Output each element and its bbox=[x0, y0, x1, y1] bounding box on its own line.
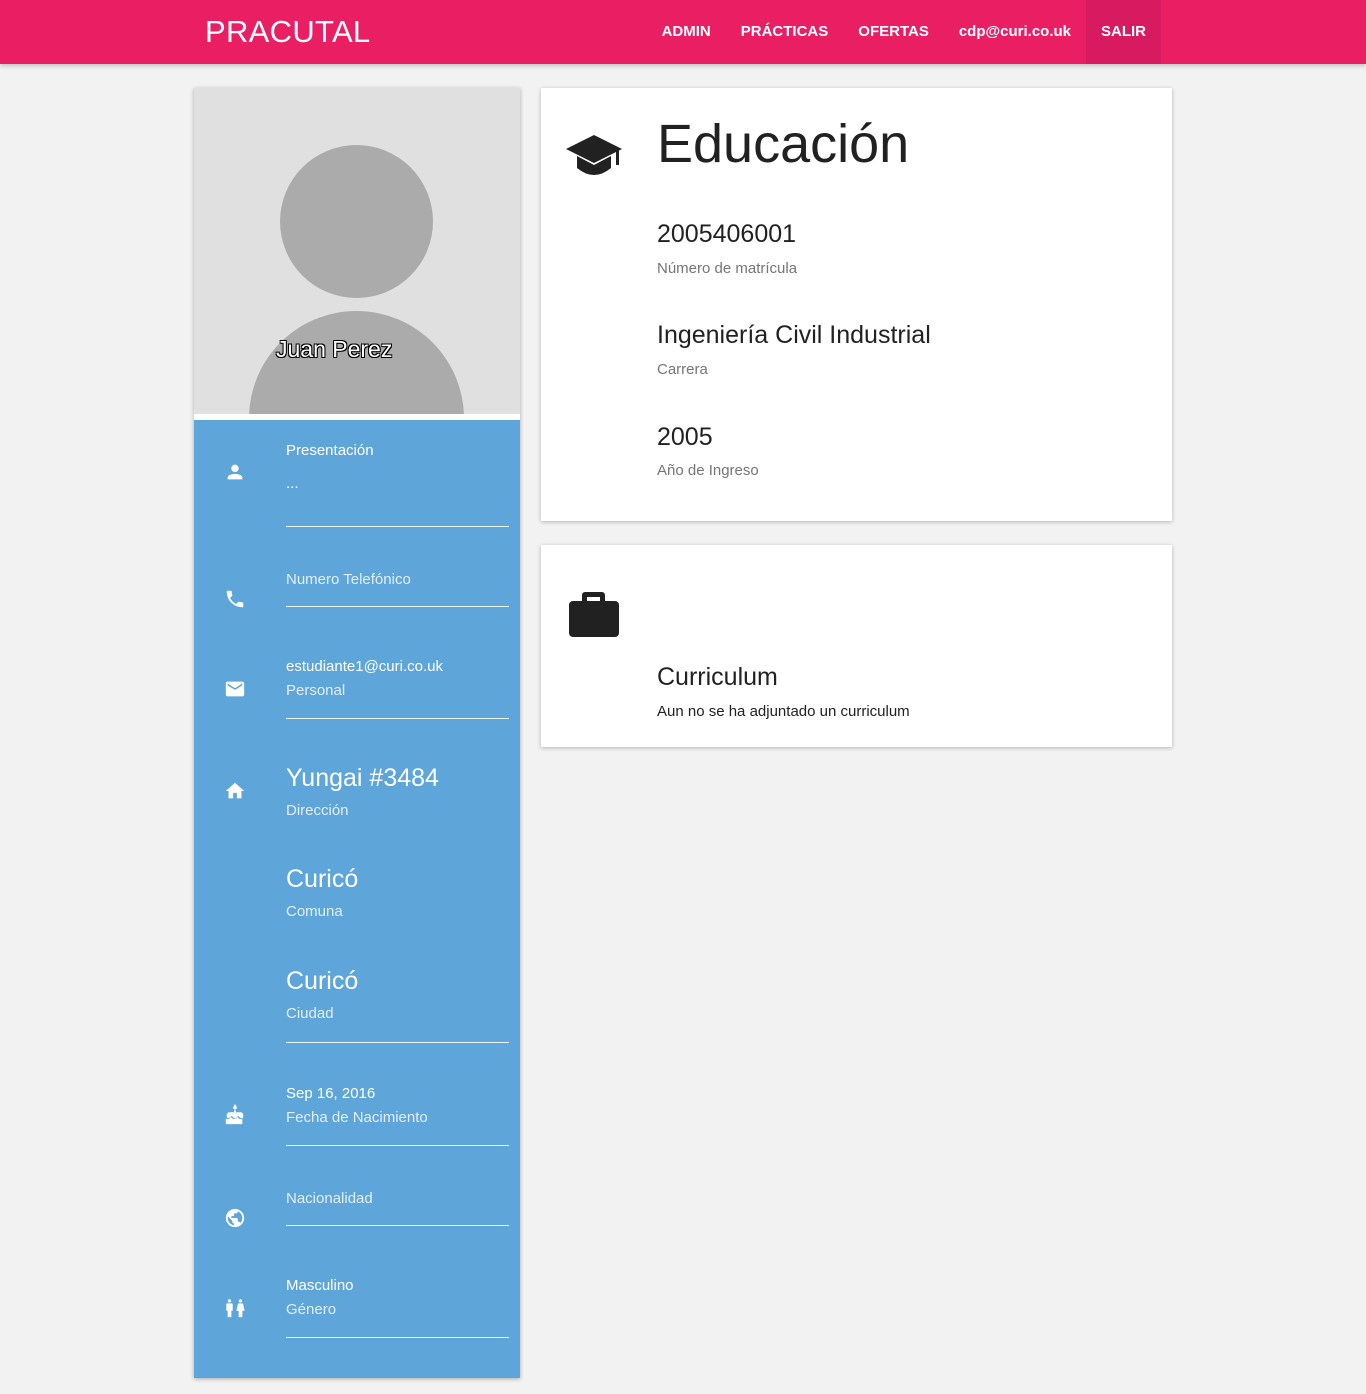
presentation-value: ... bbox=[286, 475, 299, 492]
divider bbox=[286, 1145, 509, 1146]
divider bbox=[286, 718, 509, 719]
email-value[interactable]: estudiante1@curi.co.uk bbox=[286, 658, 509, 675]
nav-user-email[interactable]: cdp@curi.co.uk bbox=[944, 0, 1086, 64]
enrollment-label: Número de matrícula bbox=[657, 260, 798, 277]
divider bbox=[286, 606, 509, 607]
gender-icon bbox=[224, 1297, 246, 1319]
curriculum-status: Aun no se ha adjuntado un curriculum bbox=[657, 703, 910, 720]
enrollment-value: 2005406001 bbox=[657, 220, 797, 248]
curriculum-title: Curriculum bbox=[657, 663, 778, 691]
comuna-value: Curicó bbox=[286, 865, 359, 893]
phone-field[interactable]: Numero Telefónico bbox=[286, 571, 509, 588]
divider bbox=[286, 1337, 509, 1338]
city-field: Curicó Ciudad bbox=[286, 967, 509, 1022]
avatar-head-shape bbox=[280, 145, 433, 298]
presentation-label: Presentación bbox=[286, 442, 374, 459]
birthdate-field: Sep 16, 2016 Fecha de Nacimiento bbox=[286, 1085, 509, 1126]
phone-label: Numero Telefónico bbox=[286, 571, 411, 588]
nationality-field[interactable]: Nacionalidad bbox=[286, 1190, 509, 1207]
nav-practicas[interactable]: PRÁCTICAS bbox=[726, 0, 844, 64]
address-field: Yungai #3484 Dirección bbox=[286, 764, 509, 819]
globe-icon bbox=[224, 1207, 246, 1229]
education-title: Educación bbox=[657, 114, 910, 174]
email-label: Personal bbox=[286, 682, 346, 699]
graduation-cap-icon bbox=[565, 132, 623, 187]
avatar: Juan Perez bbox=[194, 88, 520, 414]
career-value: Ingeniería Civil Industrial bbox=[657, 321, 931, 349]
birthdate-label: Fecha de Nacimiento bbox=[286, 1109, 428, 1126]
career-label: Carrera bbox=[657, 361, 708, 378]
divider bbox=[286, 526, 509, 527]
divider bbox=[286, 1042, 509, 1043]
mail-icon bbox=[224, 678, 246, 700]
year-value: 2005 bbox=[657, 423, 713, 451]
comuna-label: Comuna bbox=[286, 903, 343, 920]
nav-menu: ADMIN PRÁCTICAS OFERTAS cdp@curi.co.uk S… bbox=[647, 0, 1161, 64]
address-label: Dirección bbox=[286, 802, 349, 819]
person-icon bbox=[224, 461, 246, 483]
gender-value: Masculino bbox=[286, 1277, 354, 1294]
education-card: Educación 2005406001 Número de matrícula… bbox=[541, 88, 1172, 521]
birthdate-value: Sep 16, 2016 bbox=[286, 1085, 376, 1102]
curriculum-card: Curriculum Aun no se ha adjuntado un cur… bbox=[541, 545, 1172, 747]
address-value: Yungai #3484 bbox=[286, 764, 439, 792]
gender-field: Masculino Género bbox=[286, 1277, 509, 1318]
city-value: Curicó bbox=[286, 967, 359, 995]
presentation-field: Presentación ... bbox=[286, 442, 509, 492]
divider bbox=[286, 1225, 509, 1226]
nav-admin[interactable]: ADMIN bbox=[647, 0, 726, 64]
brand-logo[interactable]: PRACUTAL bbox=[205, 14, 370, 50]
comuna-field: Curicó Comuna bbox=[286, 865, 509, 920]
nationality-label: Nacionalidad bbox=[286, 1190, 373, 1207]
avatar-divider bbox=[194, 414, 520, 420]
cake-icon bbox=[224, 1104, 246, 1126]
profile-name: Juan Perez bbox=[276, 336, 393, 362]
profile-card: Juan Perez Presentación ... Numero Telef… bbox=[194, 88, 520, 1378]
city-label: Ciudad bbox=[286, 1005, 334, 1022]
home-icon bbox=[224, 780, 246, 802]
email-field: estudiante1@curi.co.uk Personal bbox=[286, 658, 509, 699]
gender-label: Género bbox=[286, 1301, 337, 1318]
briefcase-icon bbox=[568, 590, 619, 643]
year-label: Año de Ingreso bbox=[657, 462, 759, 479]
nav-ofertas[interactable]: OFERTAS bbox=[843, 0, 944, 64]
phone-icon bbox=[224, 588, 246, 610]
top-navbar: PRACUTAL ADMIN PRÁCTICAS OFERTAS cdp@cur… bbox=[0, 0, 1366, 64]
nav-salir[interactable]: SALIR bbox=[1086, 0, 1161, 64]
